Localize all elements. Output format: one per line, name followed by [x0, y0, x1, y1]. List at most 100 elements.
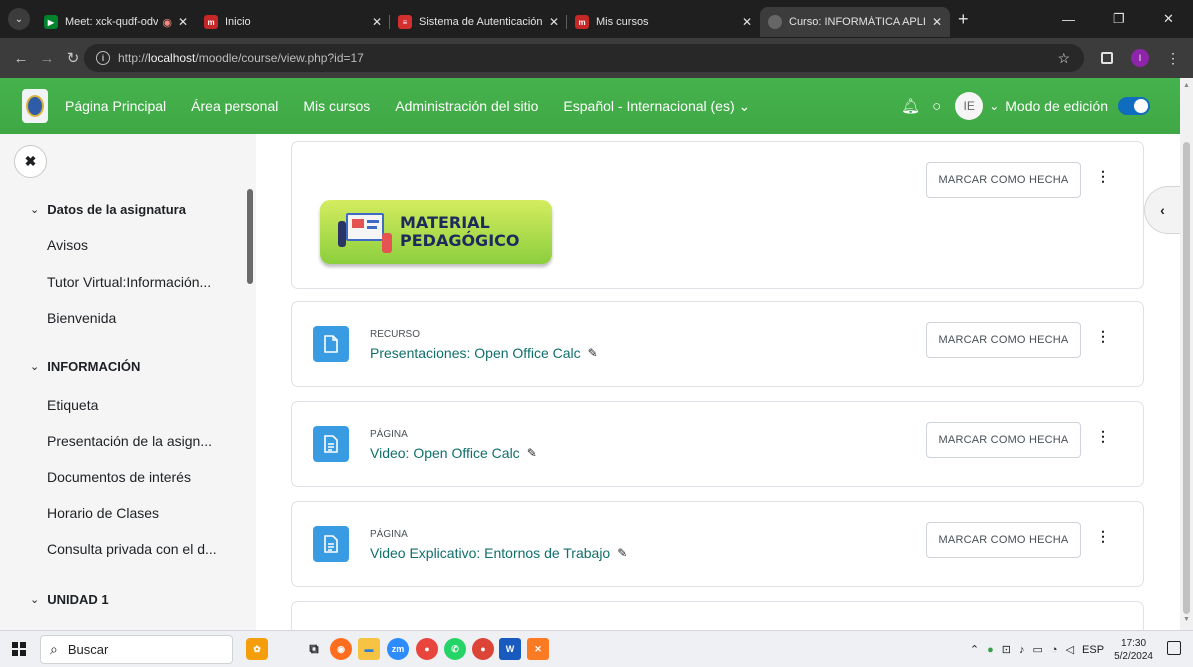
restore-icon[interactable]: ❐	[1113, 0, 1125, 38]
language-indicator[interactable]: ESP	[1082, 644, 1104, 656]
activity-actions-kebab-icon[interactable]: ⋮	[1096, 528, 1110, 545]
new-tab-icon[interactable]: +	[958, 9, 969, 30]
close-drawer-button[interactable]: ✖	[14, 145, 47, 178]
mark-done-button[interactable]: MARCAR COMO HECHA	[926, 422, 1081, 458]
site-info-icon[interactable]: i	[96, 51, 110, 65]
activity-link[interactable]: Presentaciones: Open Office Calc ✎	[370, 345, 598, 361]
scroll-down-icon[interactable]: ▼	[1183, 616, 1190, 623]
scrollbar-thumb[interactable]	[1183, 142, 1190, 614]
bookmark-star-icon[interactable]: ☆	[1057, 50, 1070, 67]
nav-mis-cursos[interactable]: Mis cursos	[303, 98, 370, 114]
close-tab-icon[interactable]: ✕	[549, 15, 559, 29]
section-informacion[interactable]: ⌄ INFORMACIÓN	[30, 359, 140, 374]
chrome-profile-icon[interactable]: ●	[472, 638, 494, 660]
close-tab-icon[interactable]: ✕	[742, 15, 752, 29]
xampp-icon[interactable]: ✕	[527, 638, 549, 660]
material-pedagogico-banner: MATERIAL PEDAGÓGICO	[320, 200, 552, 264]
messages-icon[interactable]: ○	[932, 98, 941, 115]
microphone-icon[interactable]: ♪	[1019, 644, 1025, 656]
drawer-item-presentacion[interactable]: Presentación de la asign...	[47, 433, 212, 449]
url-host: localhost	[148, 51, 196, 65]
activity-link[interactable]: Video Explicativo: Entornos de Trabajo ✎	[370, 545, 627, 561]
firefox-icon[interactable]: ◉	[330, 638, 352, 660]
moodle-icon: m	[575, 15, 589, 29]
word-icon[interactable]: W	[499, 638, 521, 660]
taskbar-clock[interactable]: 17:30 5/2/2024	[1114, 637, 1153, 663]
chrome-icon[interactable]: ●	[416, 638, 438, 660]
activity-type-label: PÁGINA	[370, 529, 408, 540]
nav-area-personal[interactable]: Área personal	[191, 98, 278, 114]
drawer-item-consulta[interactable]: Consulta privada con el d...	[47, 541, 217, 557]
tab-mis-cursos[interactable]: m Mis cursos ✕	[567, 7, 760, 37]
close-window-icon[interactable]: ✕	[1163, 0, 1174, 38]
edit-mode-toggle[interactable]	[1118, 97, 1150, 115]
windows-start-icon[interactable]	[12, 642, 26, 656]
tray-device-icon[interactable]: ⊡	[1002, 643, 1011, 656]
minimize-icon[interactable]: —	[1062, 0, 1075, 38]
nav-pagina-principal[interactable]: Página Principal	[65, 98, 166, 114]
activity-link[interactable]: Video: Open Office Calc ✎	[370, 445, 537, 461]
drawer-item-tutor-virtual[interactable]: Tutor Virtual:Información...	[47, 274, 211, 290]
close-tab-icon[interactable]: ✕	[932, 15, 942, 29]
tab-curso-active[interactable]: Curso: INFORMÁTICA APLIC ✕	[760, 7, 950, 37]
section-datos-asignatura[interactable]: ⌄ Datos de la asignatura	[30, 202, 186, 217]
mark-done-button[interactable]: MARCAR COMO HECHA	[926, 162, 1081, 198]
nav-administracion[interactable]: Administración del sitio	[395, 98, 538, 114]
tab-autenticacion[interactable]: ≡ Sistema de Autenticación Ce ✕	[390, 7, 567, 37]
forward-icon[interactable]: →	[34, 50, 60, 67]
mark-done-button[interactable]: MARCAR COMO HECHA	[926, 322, 1081, 358]
volume-icon[interactable]: ◁	[1066, 643, 1074, 656]
windows-taskbar: ⌕ Buscar ✿ ⧉ ◉ ▬ zm ● ✆ ● W ✕ ⌃ ● ⊡ ♪ ▭ …	[0, 630, 1193, 667]
page-scrollbar[interactable]: ▲ ▼	[1180, 78, 1193, 630]
drawer-item-documentos[interactable]: Documentos de interés	[47, 469, 191, 485]
drawer-scrollbar[interactable]	[247, 189, 253, 284]
close-tab-icon[interactable]: ✕	[178, 15, 188, 29]
battery-icon[interactable]: ▭	[1033, 643, 1043, 656]
user-avatar[interactable]: IE	[955, 92, 984, 120]
drawer-item-bienvenida[interactable]: Bienvenida	[47, 310, 116, 326]
activity-actions-kebab-icon[interactable]: ⋮	[1096, 328, 1110, 345]
tab-inicio[interactable]: m Inicio ✕	[196, 7, 390, 37]
activity-card-page: PÁGINA Video Explicativo: Entornos de Tr…	[291, 501, 1144, 587]
edit-pencil-icon[interactable]: ✎	[588, 346, 598, 360]
taskbar-search[interactable]: ⌕ Buscar	[40, 635, 233, 664]
edit-pencil-icon[interactable]: ✎	[617, 546, 627, 560]
whatsapp-icon[interactable]: ✆	[444, 638, 466, 660]
drawer-item-avisos[interactable]: Avisos	[47, 237, 88, 253]
close-tab-icon[interactable]: ✕	[372, 15, 382, 29]
chevron-down-icon: ⌄	[30, 204, 40, 216]
page-icon	[313, 526, 349, 562]
scroll-up-icon[interactable]: ▲	[1183, 82, 1190, 89]
auth-site-icon: ≡	[398, 15, 412, 29]
tray-app-icon[interactable]: ●	[987, 644, 994, 656]
tab-title: Curso: INFORMÁTICA APLIC	[789, 16, 926, 28]
user-menu-chevron-icon[interactable]: ⌄	[989, 99, 999, 113]
activity-name: Video Explicativo: Entornos de Trabajo	[370, 545, 611, 561]
task-view-icon[interactable]: ⧉	[303, 638, 325, 660]
file-explorer-icon[interactable]: ▬	[358, 638, 380, 660]
butterfly-app-icon[interactable]: ✿	[246, 638, 268, 660]
zoom-icon[interactable]: zm	[387, 638, 409, 660]
tab-meet[interactable]: ▶ Meet: xck-qudf-odv ◉ ✕	[36, 7, 196, 37]
profile-icon[interactable]: I	[1131, 38, 1149, 78]
drawer-item-horario[interactable]: Horario de Clases	[47, 505, 159, 521]
drawer-item-etiqueta[interactable]: Etiqueta	[47, 397, 98, 413]
edit-pencil-icon[interactable]: ✎	[527, 446, 537, 460]
tab-search-icon[interactable]: ⌄	[8, 8, 30, 30]
show-hidden-icons-icon[interactable]: ⌃	[970, 643, 979, 656]
activity-actions-kebab-icon[interactable]: ⋮	[1096, 428, 1110, 445]
language-menu[interactable]: Español - Internacional (es) ⌄	[563, 98, 750, 115]
site-logo[interactable]	[22, 89, 48, 123]
reload-icon[interactable]: ↻	[60, 49, 86, 67]
activity-actions-kebab-icon[interactable]: ⋮	[1096, 168, 1110, 185]
section-unidad-1[interactable]: ⌄ UNIDAD 1	[30, 592, 109, 607]
side-panel-icon[interactable]	[1101, 38, 1113, 78]
browser-menu-icon[interactable]: ⋮	[1166, 38, 1180, 78]
notifications-icon[interactable]	[1167, 641, 1181, 655]
mark-done-button[interactable]: MARCAR COMO HECHA	[926, 522, 1081, 558]
url-field[interactable]: i http://localhost/moodle/course/view.ph…	[84, 44, 1084, 72]
notifications-bell-icon[interactable]: 🔔︎	[901, 97, 920, 115]
back-icon[interactable]: ←	[8, 50, 34, 67]
wifi-icon[interactable]: ◔	[1051, 644, 1058, 656]
open-block-drawer-button[interactable]: ‹	[1144, 186, 1180, 234]
